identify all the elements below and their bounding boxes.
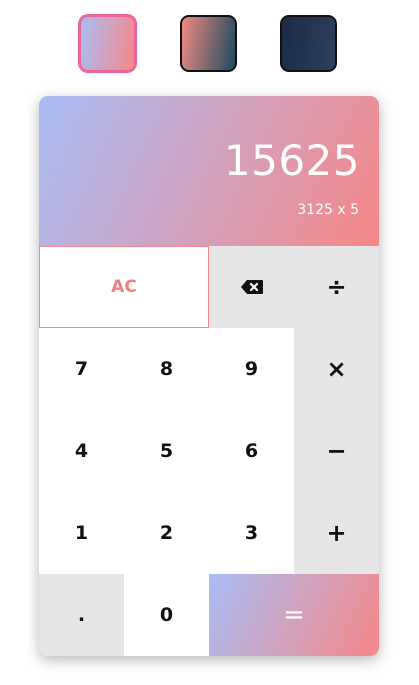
theme-swatch-navy[interactable]: [280, 15, 337, 72]
digit-0-button[interactable]: 0: [124, 574, 209, 656]
calculator-display: 15625 3125 x 5: [39, 96, 379, 246]
digit-4-button[interactable]: 4: [39, 410, 124, 492]
result-value: 15625: [223, 136, 360, 185]
backspace-button[interactable]: [209, 246, 294, 328]
digit-8-button[interactable]: 8: [124, 328, 209, 410]
theme-swatch-coral-teal[interactable]: [180, 15, 237, 72]
expression-text: 3125 x 5: [297, 202, 359, 218]
divide-button[interactable]: ÷: [294, 246, 379, 328]
digit-3-button[interactable]: 3: [209, 492, 294, 574]
digit-1-button[interactable]: 1: [39, 492, 124, 574]
clear-button[interactable]: AC: [39, 246, 209, 328]
decimal-button[interactable]: .: [39, 574, 124, 656]
equals-button[interactable]: =: [209, 574, 379, 656]
digit-7-button[interactable]: 7: [39, 328, 124, 410]
subtract-button[interactable]: −: [294, 410, 379, 492]
backspace-icon: [240, 279, 264, 295]
digit-5-button[interactable]: 5: [124, 410, 209, 492]
add-button[interactable]: +: [294, 492, 379, 574]
digit-2-button[interactable]: 2: [124, 492, 209, 574]
calculator: 15625 3125 x 5 AC ÷ 7 8 9 × 4 5 6 − 1 2 …: [39, 96, 379, 656]
theme-selector: [0, 15, 419, 77]
digit-9-button[interactable]: 9: [209, 328, 294, 410]
multiply-button[interactable]: ×: [294, 328, 379, 410]
digit-6-button[interactable]: 6: [209, 410, 294, 492]
theme-swatch-pastel[interactable]: [79, 15, 136, 72]
